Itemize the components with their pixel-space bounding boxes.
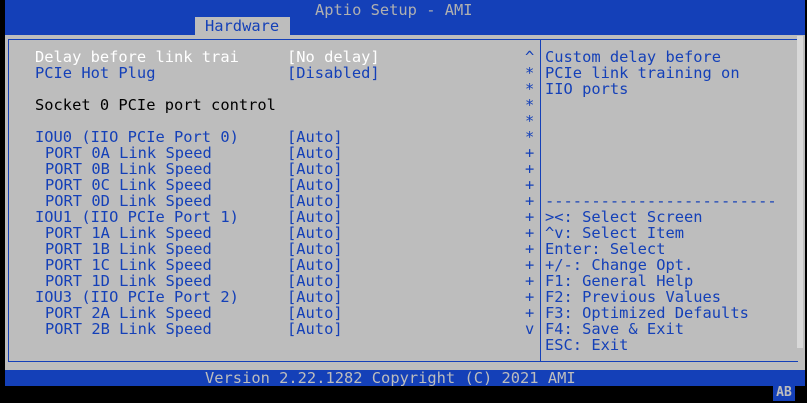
key-help-line: +/-: Change Opt.	[545, 256, 694, 274]
scrollbar[interactable]	[797, 36, 803, 348]
setting-label[interactable]: PORT 0B Link Speed	[45, 161, 212, 177]
footer-text: Version 2.22.1282 Copyright (C) 2021 AMI	[205, 369, 576, 387]
setting-label[interactable]: IOU3 (IIO PCIe Port 2)	[35, 289, 239, 305]
scroll-marker: +	[525, 208, 535, 226]
scroll-marker: *	[525, 96, 535, 114]
setting-value[interactable]: [Auto]	[287, 177, 343, 193]
scroll-marker: *	[525, 128, 535, 146]
key-help-line: ><: Select Screen	[545, 208, 703, 226]
key-help-line: ESC: Exit	[545, 336, 629, 354]
scroll-marker: *	[525, 112, 535, 130]
key-help-line: F4: Save & Exit	[545, 320, 684, 338]
scroll-marker: +	[525, 176, 535, 194]
help-text-line: PCIe link training on	[545, 64, 740, 82]
frame-left-border	[8, 39, 9, 361]
scroll-marker: +	[525, 240, 535, 258]
help-text-line: Custom delay before	[545, 48, 722, 66]
tab-hardware[interactable]: Hardware	[195, 17, 290, 35]
setting-label[interactable]: IOU1 (IIO PCIe Port 1)	[35, 209, 239, 225]
frame-divider	[540, 39, 541, 361]
setting-label[interactable]: PORT 2A Link Speed	[45, 305, 212, 321]
setting-label[interactable]: PORT 1A Link Speed	[45, 225, 212, 241]
setting-label[interactable]: PORT 1C Link Speed	[45, 257, 212, 273]
setting-label[interactable]: PORT 1D Link Speed	[45, 273, 212, 289]
setting-label[interactable]: PCIe Hot Plug	[35, 65, 155, 81]
scroll-marker: *	[525, 80, 535, 98]
scroll-marker: v	[525, 320, 535, 338]
setting-label[interactable]: PORT 0A Link Speed	[45, 145, 212, 161]
scroll-marker: ^	[525, 48, 535, 66]
setting-label[interactable]: PORT 1B Link Speed	[45, 241, 212, 257]
setting-value[interactable]: [Disabled]	[287, 65, 380, 81]
key-help-line: F2: Previous Values	[545, 288, 722, 306]
setting-value[interactable]: [Auto]	[287, 145, 343, 161]
setting-value[interactable]: [Auto]	[287, 305, 343, 321]
section-heading: Socket 0 PCIe port control	[35, 96, 276, 114]
frame-top-border	[8, 39, 798, 40]
key-help-line: ^v: Select Item	[545, 224, 684, 242]
key-help-line: Enter: Select	[545, 240, 666, 258]
key-help-line: F1: General Help	[545, 272, 694, 290]
setting-value[interactable]: [Auto]	[287, 321, 343, 337]
setting-value[interactable]: [Auto]	[287, 225, 343, 241]
key-help-line: F3: Optimized Defaults	[545, 304, 749, 322]
setting-value[interactable]: [Auto]	[287, 241, 343, 257]
scroll-marker: +	[525, 144, 535, 162]
scroll-marker: *	[525, 64, 535, 82]
frame-bottom-border	[8, 361, 798, 362]
setting-label[interactable]: IOU0 (IIO PCIe Port 0)	[35, 129, 239, 145]
scroll-marker: +	[525, 288, 535, 306]
setting-label[interactable]: PORT 0D Link Speed	[45, 193, 212, 209]
setting-value[interactable]: [Auto]	[287, 273, 343, 289]
help-separator: -------------------------	[545, 192, 777, 210]
scroll-marker: +	[525, 272, 535, 290]
setting-value[interactable]: [Auto]	[287, 209, 343, 225]
app-title: Aptio Setup - AMI	[315, 1, 473, 19]
scroll-marker: +	[525, 224, 535, 242]
setting-value[interactable]: [Auto]	[287, 161, 343, 177]
setting-label[interactable]: PORT 2B Link Speed	[45, 321, 212, 337]
setting-value[interactable]: [Auto]	[287, 289, 343, 305]
scroll-marker: +	[525, 192, 535, 210]
scroll-marker: +	[525, 160, 535, 178]
setting-value[interactable]: [Auto]	[287, 129, 343, 145]
setting-value[interactable]: [Auto]	[287, 193, 343, 209]
setting-value[interactable]: [No delay]	[287, 49, 380, 65]
scroll-marker: +	[525, 256, 535, 274]
scroll-marker: +	[525, 304, 535, 322]
setting-label[interactable]: PORT 0C Link Speed	[45, 177, 212, 193]
setting-value[interactable]: [Auto]	[287, 257, 343, 273]
tab-label: Hardware	[205, 17, 280, 35]
help-text-line: IIO ports	[545, 80, 629, 98]
corner-badge: AB	[773, 385, 795, 401]
setting-label[interactable]: Delay before link trai	[35, 49, 239, 65]
